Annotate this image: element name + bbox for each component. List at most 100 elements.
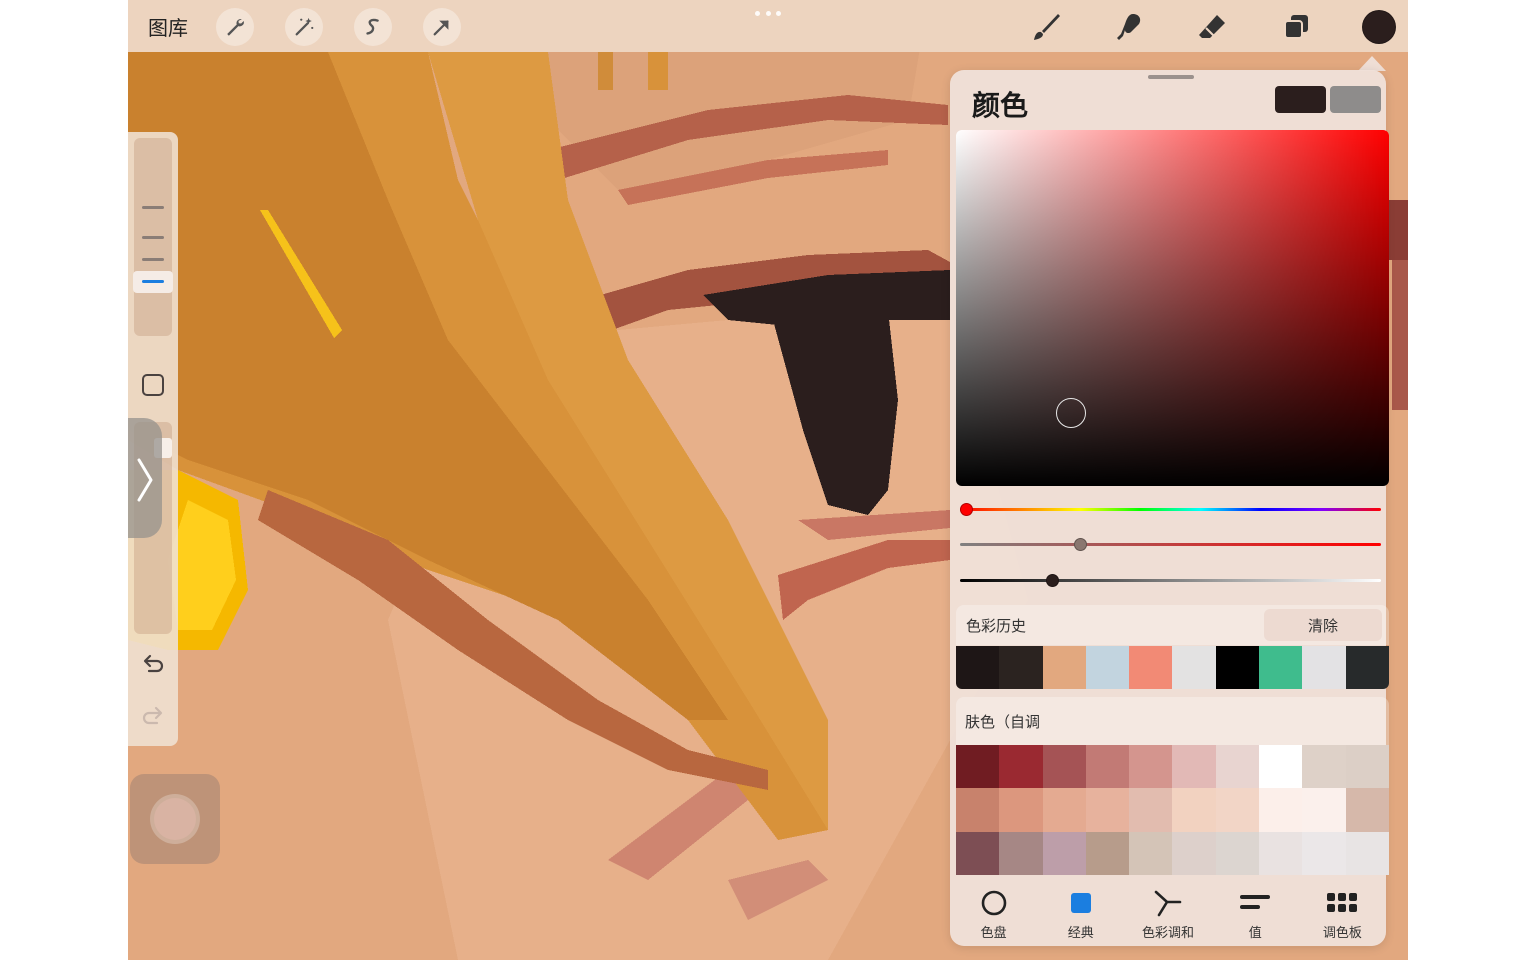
tab-disc[interactable]: 色盘 bbox=[950, 882, 1037, 946]
palette-swatch[interactable] bbox=[1172, 831, 1216, 875]
palette-swatch[interactable] bbox=[1042, 745, 1086, 789]
palette-swatch[interactable] bbox=[1215, 831, 1260, 875]
color-history-row bbox=[956, 646, 1389, 689]
history-swatch[interactable] bbox=[1302, 646, 1346, 689]
palette-swatch[interactable] bbox=[1172, 745, 1216, 789]
clear-history-button[interactable]: 清除 bbox=[1264, 609, 1382, 641]
color-panel-tabs: 色盘 经典 色彩调和 值 调色板 bbox=[950, 882, 1386, 946]
smudge-icon bbox=[1117, 14, 1141, 40]
tab-label: 值 bbox=[1248, 926, 1262, 941]
color-disc-icon bbox=[981, 890, 1006, 916]
color-picker-cursor[interactable] bbox=[1056, 398, 1086, 428]
palette-swatch[interactable] bbox=[1085, 745, 1130, 789]
history-swatch[interactable] bbox=[1215, 646, 1260, 689]
palette-swatch[interactable] bbox=[1302, 745, 1346, 789]
palette-swatch[interactable] bbox=[999, 745, 1043, 789]
palette-swatch[interactable] bbox=[1172, 788, 1216, 832]
palette-swatch[interactable] bbox=[1215, 745, 1260, 789]
brush-icon bbox=[1034, 14, 1060, 40]
palette-swatch[interactable] bbox=[1129, 831, 1173, 875]
layers-icon bbox=[1284, 15, 1308, 39]
tab-label: 色盘 bbox=[980, 926, 1007, 941]
brightness-knob[interactable] bbox=[1045, 574, 1059, 587]
layers-button[interactable] bbox=[1276, 8, 1316, 46]
color-panel: 颜色 色彩历史 清除 肤色（自调 色盘 经典 色彩调和 值 调色板 bbox=[950, 70, 1389, 946]
color-history-label: 色彩历史 bbox=[966, 617, 1027, 635]
harmony-icon bbox=[1154, 890, 1182, 917]
panel-grabber[interactable] bbox=[1148, 75, 1194, 79]
palette-swatch[interactable] bbox=[999, 788, 1043, 832]
eyedropper-button[interactable] bbox=[130, 774, 220, 864]
palette-grid bbox=[956, 745, 1389, 875]
hue-slider[interactable] bbox=[960, 501, 1381, 519]
palette-label: 肤色（自调 bbox=[965, 713, 1041, 731]
tab-label: 色彩调和 bbox=[1142, 926, 1195, 941]
palette-swatch[interactable] bbox=[1042, 788, 1086, 832]
top-toolbar: 图库 bbox=[128, 0, 1408, 52]
palette-swatch[interactable] bbox=[1345, 745, 1389, 789]
primary-color-swatch[interactable] bbox=[1275, 86, 1326, 113]
modify-square-icon[interactable] bbox=[142, 374, 164, 396]
tab-palettes[interactable]: 调色板 bbox=[1299, 882, 1386, 946]
saturation-track bbox=[960, 543, 1381, 546]
palette-swatch[interactable] bbox=[1085, 788, 1130, 832]
history-swatch[interactable] bbox=[999, 646, 1043, 689]
undo-button[interactable] bbox=[140, 652, 166, 678]
palette-swatch[interactable] bbox=[1129, 745, 1173, 789]
sidebar-collapse-tab[interactable] bbox=[128, 418, 162, 538]
adjustments-button[interactable] bbox=[216, 8, 254, 46]
history-swatch[interactable] bbox=[1042, 646, 1086, 689]
history-swatch[interactable] bbox=[1259, 646, 1303, 689]
saturation-brightness-picker[interactable] bbox=[956, 130, 1389, 486]
window-grabber[interactable] bbox=[755, 11, 781, 17]
history-swatch[interactable] bbox=[1085, 646, 1130, 689]
brightness-slider[interactable] bbox=[960, 572, 1381, 590]
palette-swatch[interactable] bbox=[956, 745, 1000, 789]
brush-button[interactable] bbox=[1026, 8, 1066, 46]
eraser-button[interactable] bbox=[1192, 8, 1232, 46]
tab-classic[interactable]: 经典 bbox=[1037, 882, 1124, 946]
size-tick bbox=[142, 258, 164, 261]
tab-label: 经典 bbox=[1067, 926, 1094, 941]
eraser-icon bbox=[1199, 15, 1225, 38]
redo-button[interactable] bbox=[140, 704, 166, 730]
saturation-slider[interactable] bbox=[960, 536, 1381, 554]
tab-label: 调色板 bbox=[1322, 926, 1362, 941]
history-swatch[interactable] bbox=[956, 646, 1000, 689]
palette-swatch[interactable] bbox=[1259, 745, 1303, 789]
secondary-color-swatch[interactable] bbox=[1330, 86, 1381, 113]
palette-swatch[interactable] bbox=[1302, 831, 1346, 875]
palette-swatch[interactable] bbox=[1215, 788, 1260, 832]
color-history-header: 色彩历史 清除 bbox=[956, 605, 1389, 645]
tab-harmony[interactable]: 色彩调和 bbox=[1124, 882, 1211, 946]
history-swatch[interactable] bbox=[1129, 646, 1173, 689]
tab-value[interactable]: 值 bbox=[1212, 882, 1299, 946]
classic-square-icon bbox=[1070, 893, 1091, 913]
palette-swatch[interactable] bbox=[1345, 831, 1389, 875]
history-swatch[interactable] bbox=[1345, 646, 1389, 689]
palette-swatch[interactable] bbox=[956, 788, 1000, 832]
selection-button[interactable] bbox=[354, 8, 392, 46]
palette-swatch[interactable] bbox=[1085, 831, 1130, 875]
palette-swatch[interactable] bbox=[1259, 788, 1303, 832]
history-swatch[interactable] bbox=[1172, 646, 1216, 689]
palette-swatch[interactable] bbox=[956, 831, 1000, 875]
gallery-button[interactable]: 图库 bbox=[148, 12, 188, 41]
hue-knob[interactable] bbox=[960, 503, 973, 516]
brush-size-slider[interactable] bbox=[133, 138, 173, 336]
palette-swatch[interactable] bbox=[1129, 788, 1173, 832]
size-tick bbox=[142, 206, 164, 209]
smudge-button[interactable] bbox=[1109, 8, 1149, 46]
adjustments-icon bbox=[227, 19, 244, 36]
palette-swatch[interactable] bbox=[1345, 788, 1389, 832]
collapse-chevron-icon bbox=[137, 458, 153, 502]
selection-magic-button[interactable] bbox=[285, 8, 323, 46]
palette-swatch[interactable] bbox=[1302, 788, 1346, 832]
transform-button[interactable] bbox=[423, 8, 461, 46]
palette-swatch[interactable] bbox=[1042, 831, 1086, 875]
palette-swatch[interactable] bbox=[1259, 831, 1303, 875]
saturation-knob[interactable] bbox=[1074, 538, 1088, 551]
brush-size-thumb[interactable] bbox=[133, 271, 173, 293]
palette-swatch[interactable] bbox=[999, 831, 1043, 875]
current-color-button[interactable] bbox=[1362, 10, 1396, 44]
